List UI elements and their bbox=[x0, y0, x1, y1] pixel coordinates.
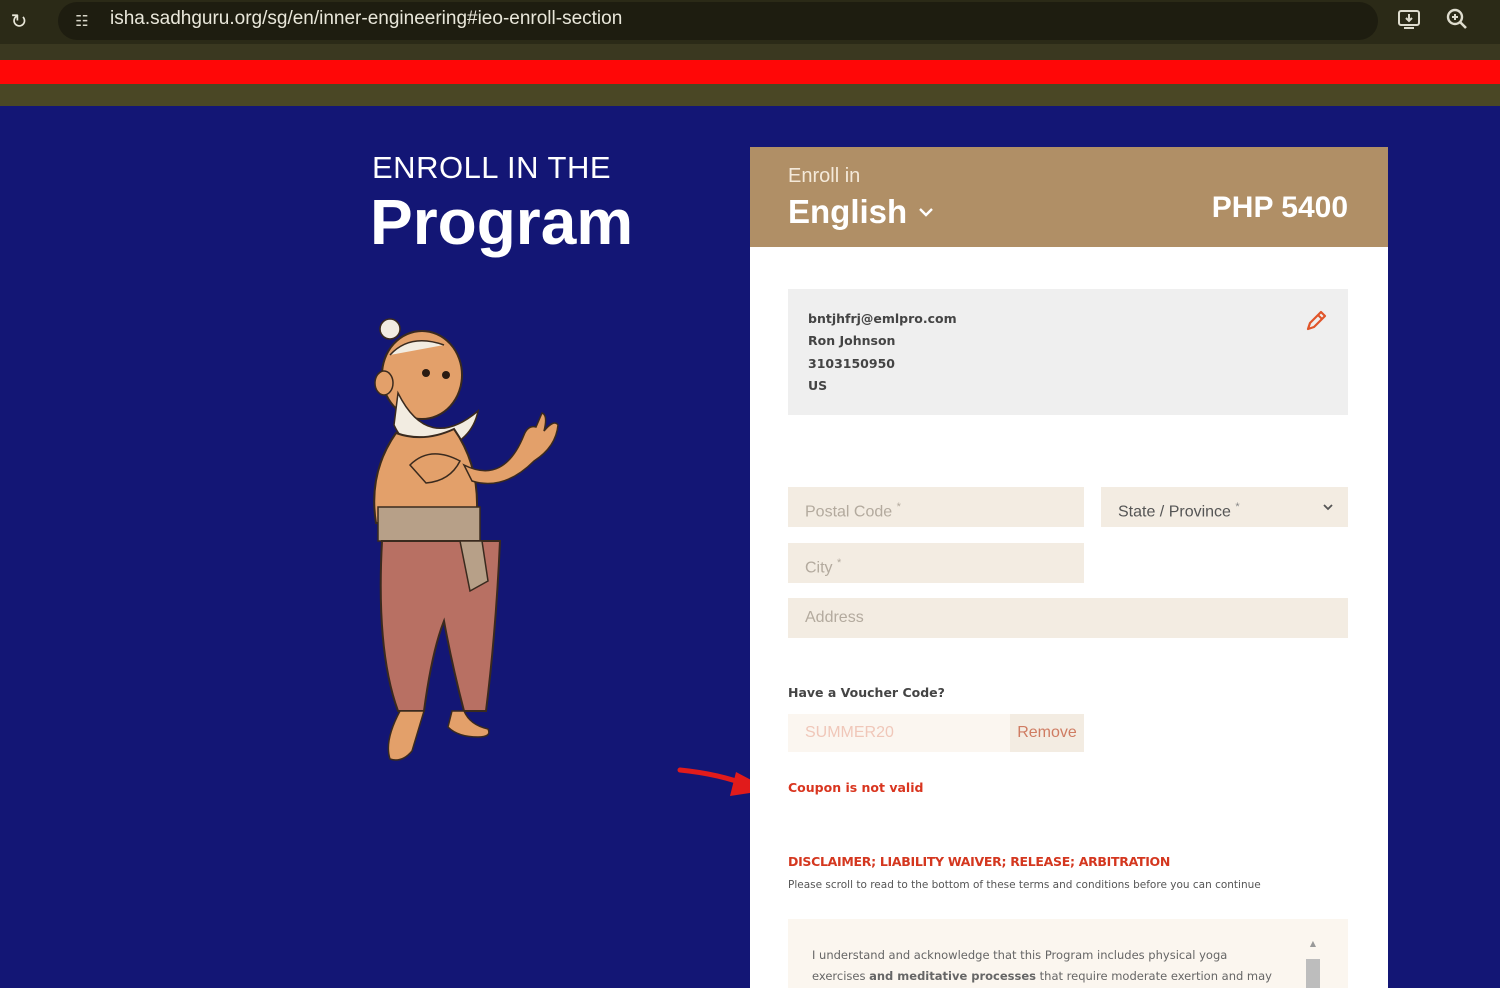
address-field[interactable]: Address bbox=[788, 598, 1348, 638]
zoom-icon[interactable] bbox=[1442, 6, 1472, 36]
scroll-up-icon[interactable]: ▲ bbox=[1308, 939, 1318, 949]
terms-text: I understand and acknowledge that this P… bbox=[812, 945, 1300, 987]
site-nav-strip bbox=[0, 84, 1500, 106]
url-text[interactable]: isha.sadhguru.org/sg/en/inner-engineerin… bbox=[110, 8, 622, 30]
user-country: US bbox=[808, 378, 828, 393]
language-value: English bbox=[788, 193, 908, 230]
remove-voucher-button[interactable]: Remove bbox=[1010, 714, 1084, 752]
hero-subtitle: ENROLL IN THE bbox=[372, 150, 612, 185]
nav-strip bbox=[0, 44, 1500, 60]
site-settings-icon[interactable]: ☷ bbox=[70, 9, 94, 33]
disclaimer-note: Please scroll to read to the bottom of t… bbox=[788, 879, 1261, 891]
voucher-label: Have a Voucher Code? bbox=[788, 685, 945, 700]
terms-line-1: I understand and acknowledge that this P… bbox=[812, 948, 1228, 962]
highlight-bar bbox=[0, 60, 1500, 84]
user-info-box: bntjhfrj@emlpro.com Ron Johnson 31031509… bbox=[788, 289, 1348, 415]
enroll-card: Enroll in English PHP 5400 bntjhfrj@emlp… bbox=[750, 147, 1388, 988]
chevron-down-icon bbox=[919, 208, 934, 217]
state-province-select[interactable]: State / Province * bbox=[1101, 487, 1348, 527]
enroll-in-label: Enroll in bbox=[788, 165, 861, 187]
postal-code-field[interactable]: Postal Code * bbox=[788, 487, 1084, 527]
install-app-icon[interactable] bbox=[1394, 6, 1424, 36]
disclaimer-title: DISCLAIMER; LIABILITY WAIVER; RELEASE; A… bbox=[788, 854, 1171, 869]
reload-icon[interactable]: ↻ bbox=[6, 8, 32, 34]
postal-code-placeholder: Postal Code bbox=[805, 503, 893, 521]
chevron-down-icon bbox=[1323, 504, 1333, 511]
terms-line-2-end: that require moderate exertion and may bbox=[1036, 969, 1272, 983]
terms-line-2: exercises and meditative processes that … bbox=[812, 966, 1300, 987]
coupon-error-message: Coupon is not valid bbox=[788, 780, 924, 795]
terms-line-2-start: exercises bbox=[812, 969, 870, 983]
required-mark: * bbox=[896, 501, 901, 513]
terms-scroll-box[interactable]: I understand and acknowledge that this P… bbox=[788, 919, 1348, 988]
user-phone: 3103150950 bbox=[808, 356, 895, 371]
user-email: bntjhfrj@emlpro.com bbox=[808, 311, 957, 326]
required-mark: * bbox=[1235, 501, 1240, 513]
city-placeholder: City bbox=[805, 559, 833, 577]
user-name: Ron Johnson bbox=[808, 333, 896, 348]
terms-line-2-bold: and meditative processes bbox=[869, 969, 1036, 983]
enroll-card-header: Enroll in English PHP 5400 bbox=[750, 147, 1388, 247]
state-province-label: State / Province bbox=[1118, 503, 1231, 521]
required-mark: * bbox=[837, 557, 842, 569]
pencil-icon[interactable] bbox=[1304, 309, 1328, 333]
city-field[interactable]: City * bbox=[788, 543, 1084, 583]
program-price: PHP 5400 bbox=[1211, 191, 1348, 224]
language-select[interactable]: English bbox=[788, 193, 935, 231]
sage-illustration bbox=[373, 318, 559, 761]
terms-scrollbar[interactable]: ▲ bbox=[1304, 939, 1322, 988]
voucher-input[interactable]: SUMMER20 bbox=[788, 714, 1010, 752]
browser-toolbar: ↻ ☷ isha.sadhguru.org/sg/en/inner-engine… bbox=[0, 0, 1500, 44]
address-placeholder: Address bbox=[805, 609, 864, 626]
scrollbar-thumb[interactable] bbox=[1306, 959, 1320, 988]
hero-title: Program bbox=[370, 186, 634, 258]
